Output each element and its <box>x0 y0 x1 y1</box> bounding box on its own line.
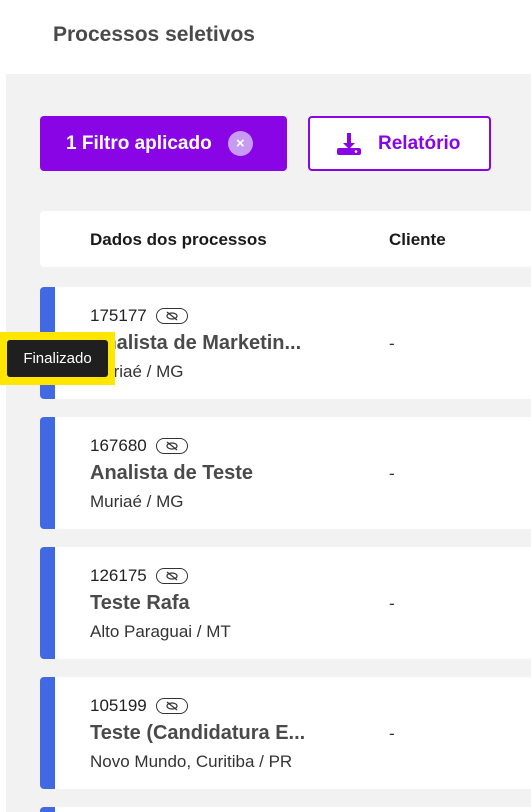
status-tooltip: Finalizado <box>7 340 108 377</box>
process-location: Novo Mundo, Curitiba / PR <box>90 752 293 771</box>
eye-off-icon[interactable] <box>155 568 188 584</box>
report-button[interactable]: Relatório <box>308 116 491 171</box>
table-row[interactable]: 126175 Teste Rafa Alto Paraguai / MT - <box>40 547 531 659</box>
process-code-text: 126175 <box>90 566 147 585</box>
process-code: 126175 <box>90 566 188 586</box>
process-title[interactable]: Teste (Candidatura E... <box>90 722 305 745</box>
download-icon <box>336 131 362 157</box>
page-title: Processos seletivos <box>53 23 255 46</box>
process-client: - <box>389 724 395 743</box>
process-client: - <box>389 464 395 483</box>
process-code: 105199 <box>90 696 188 716</box>
table-row-partial[interactable] <box>40 807 531 812</box>
process-title[interactable]: Analista de Teste <box>90 462 253 485</box>
process-client: - <box>389 334 395 353</box>
filter-button-label: 1 Filtro aplicado <box>66 132 212 154</box>
filter-button[interactable]: 1 Filtro aplicado × <box>40 116 287 171</box>
process-code-text: 175177 <box>90 306 147 325</box>
page-header: Processos seletivos <box>0 0 531 74</box>
eye-off-icon[interactable] <box>155 698 188 714</box>
process-title[interactable]: Teste Rafa <box>90 592 190 615</box>
table-row[interactable]: 167680 Analista de Teste Muriaé / MG - <box>40 417 531 529</box>
clear-filter-icon[interactable]: × <box>227 131 253 156</box>
process-location: Muriaé / MG <box>90 492 184 511</box>
process-title[interactable]: Analista de Marketin... <box>90 332 301 355</box>
eye-off-icon[interactable] <box>155 438 188 454</box>
process-code: 167680 <box>90 436 188 456</box>
status-bar <box>40 417 55 529</box>
process-location: Alto Paraguai / MT <box>90 622 231 641</box>
eye-off-icon[interactable] <box>155 308 188 324</box>
table-header: Dados dos processos Cliente <box>40 211 531 267</box>
column-header-cliente: Cliente <box>389 230 446 249</box>
process-code-text: 167680 <box>90 436 147 455</box>
main-content: 1 Filtro aplicado × Relatório Dados dos … <box>6 74 531 812</box>
status-bar <box>40 547 55 659</box>
column-header-dados: Dados dos processos <box>90 230 267 249</box>
report-button-label: Relatório <box>378 132 461 154</box>
table-row[interactable]: 105199 Teste (Candidatura E... Novo Mund… <box>40 677 531 789</box>
process-client: - <box>389 594 395 613</box>
process-code: 175177 <box>90 306 188 326</box>
status-bar <box>40 807 55 812</box>
status-bar <box>40 677 55 789</box>
process-code-text: 105199 <box>90 696 147 715</box>
